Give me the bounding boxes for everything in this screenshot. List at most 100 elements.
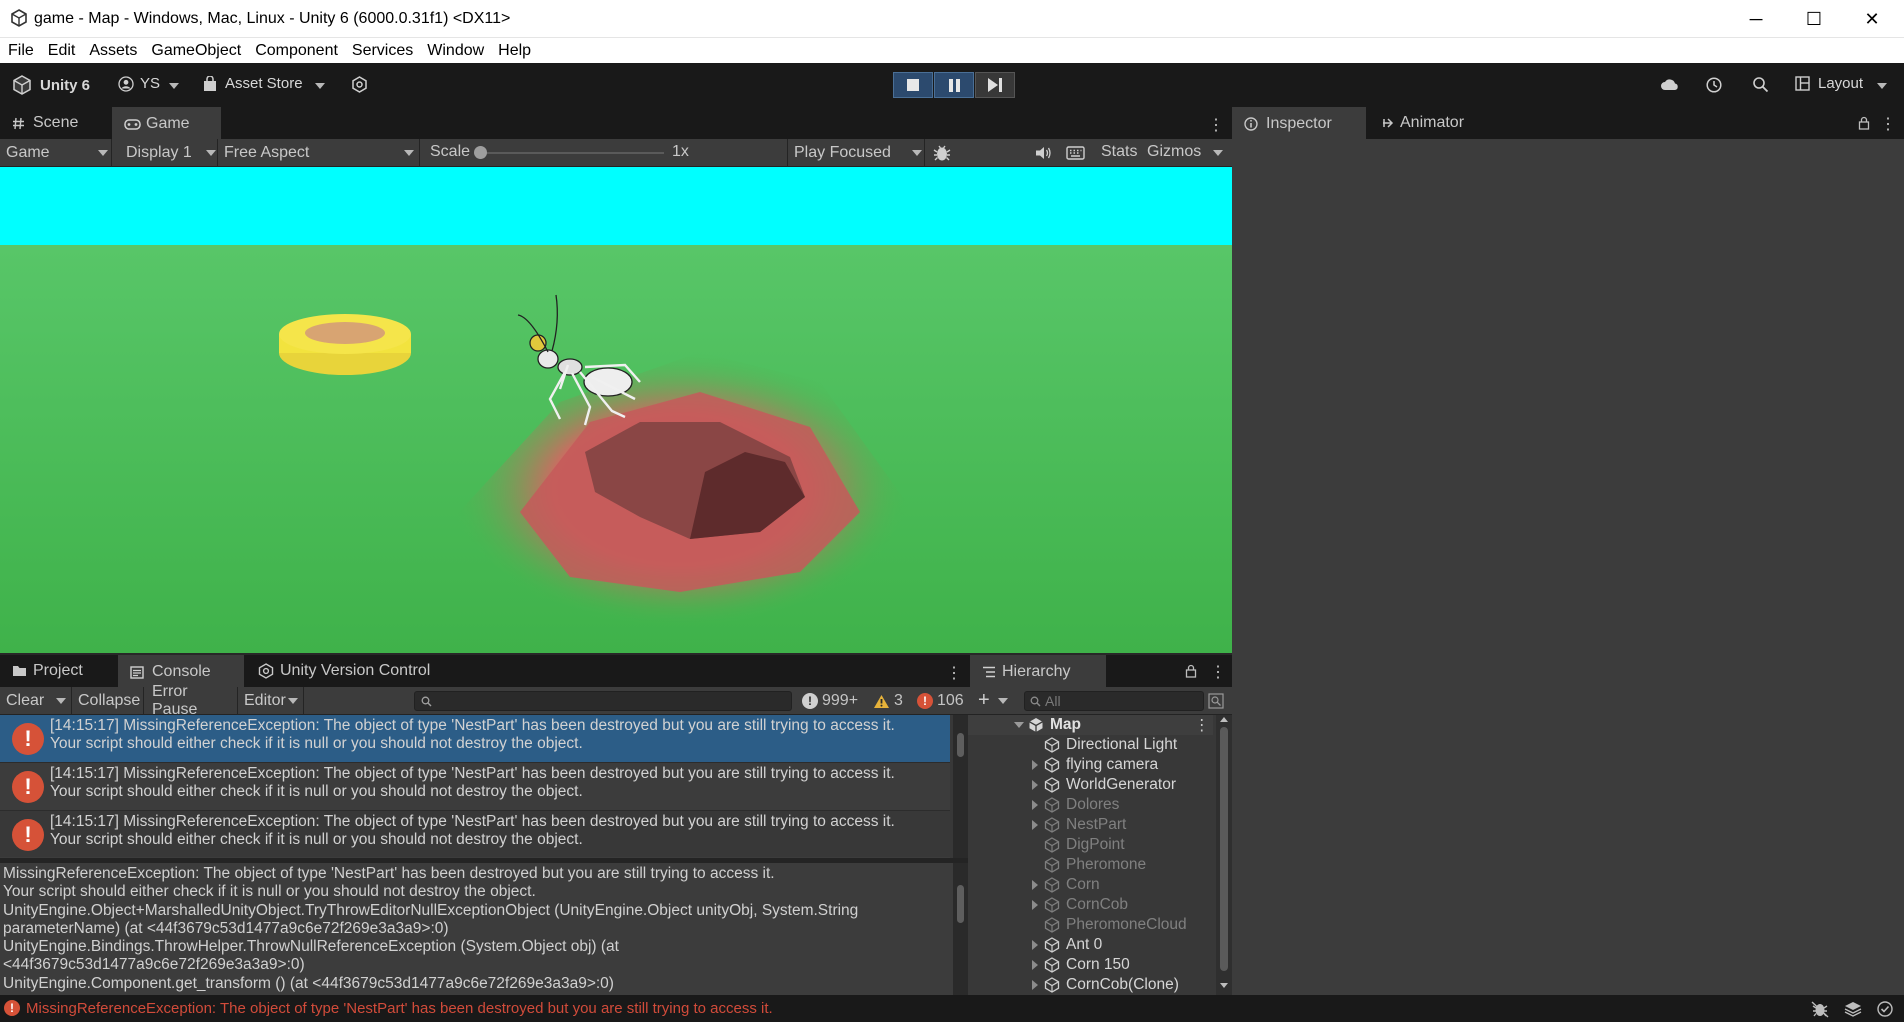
stats-button[interactable]: Stats bbox=[1101, 143, 1137, 161]
bug-off-icon[interactable] bbox=[1810, 1000, 1830, 1018]
menu-file[interactable]: File bbox=[8, 42, 34, 60]
scale-slider-handle[interactable] bbox=[474, 146, 487, 159]
error-count-toggle[interactable]: ! 106 bbox=[917, 692, 964, 710]
hierarchy-item[interactable]: Corn 150 bbox=[968, 955, 1213, 975]
tab-animator[interactable]: Animator bbox=[1370, 107, 1476, 139]
tab-unity-version-control[interactable]: Unity Version Control bbox=[246, 655, 442, 687]
hierarchy-item[interactable]: Directional Light bbox=[968, 735, 1213, 755]
console-menu-icon[interactable]: ⋮ bbox=[946, 663, 962, 683]
expand-right-icon[interactable] bbox=[1032, 780, 1038, 790]
hierarchy-item[interactable]: NestPart bbox=[968, 815, 1213, 835]
warning-count-toggle[interactable]: 3 bbox=[873, 692, 903, 710]
expand-right-icon[interactable] bbox=[1032, 760, 1038, 770]
menu-component[interactable]: Component bbox=[255, 42, 338, 60]
clear-button[interactable]: Clear bbox=[0, 687, 72, 715]
hierarchy-item[interactable]: PheromoneCloud bbox=[968, 915, 1213, 935]
search-button[interactable] bbox=[1752, 76, 1769, 93]
scrollbar-thumb[interactable] bbox=[957, 733, 964, 757]
debug-bug-button[interactable] bbox=[932, 144, 952, 166]
console-search-input[interactable] bbox=[414, 691, 792, 711]
console-row[interactable]: ! [14:15:17] MissingReferenceException: … bbox=[0, 811, 950, 858]
editor-dropdown[interactable]: Editor bbox=[238, 687, 304, 715]
root-menu-icon[interactable]: ⋮ bbox=[1194, 716, 1210, 735]
console-list-scrollbar[interactable] bbox=[953, 715, 968, 858]
expand-right-icon[interactable] bbox=[1032, 800, 1038, 810]
console-detail-scrollbar[interactable] bbox=[953, 863, 968, 995]
tab-scene[interactable]: Scene bbox=[0, 107, 90, 139]
hierarchy-item[interactable]: Corn bbox=[968, 875, 1213, 895]
scrollbar-thumb[interactable] bbox=[1220, 727, 1228, 971]
menu-edit[interactable]: Edit bbox=[48, 42, 76, 60]
play-mode-dropdown[interactable]: Play Focused bbox=[787, 139, 925, 167]
hierarchy-search-input[interactable]: All bbox=[1024, 691, 1204, 711]
hierarchy-item[interactable]: Ant 0 bbox=[968, 935, 1213, 955]
aspect-dropdown[interactable]: Free Aspect bbox=[218, 139, 420, 167]
console-row[interactable]: ! [14:15:17] MissingReferenceException: … bbox=[0, 763, 950, 811]
expand-right-icon[interactable] bbox=[1032, 940, 1038, 950]
log-count-toggle[interactable]: ! 999+ bbox=[802, 692, 858, 710]
check-circle-icon[interactable] bbox=[1876, 1000, 1894, 1018]
hierarchy-item[interactable]: Dolores bbox=[968, 795, 1213, 815]
minimize-button[interactable]: ─ bbox=[1727, 0, 1785, 38]
shortcuts-button[interactable] bbox=[1066, 146, 1085, 164]
stop-button[interactable] bbox=[893, 72, 933, 98]
layers-icon[interactable] bbox=[1843, 1000, 1863, 1018]
close-button[interactable]: ✕ bbox=[1843, 0, 1901, 38]
hierarchy-menu-icon[interactable]: ⋮ bbox=[1210, 662, 1226, 682]
menu-gameobject[interactable]: GameObject bbox=[151, 42, 241, 60]
collapse-button[interactable]: Collapse bbox=[72, 687, 144, 715]
expand-right-icon[interactable] bbox=[1032, 960, 1038, 970]
expand-right-icon[interactable] bbox=[1032, 880, 1038, 890]
inspector-menu-icon[interactable]: ⋮ bbox=[1880, 114, 1896, 134]
tab-game[interactable]: Game bbox=[112, 107, 221, 139]
hierarchy-item[interactable]: WorldGenerator bbox=[968, 775, 1213, 795]
display-dropdown[interactable]: Display 1 bbox=[120, 139, 218, 167]
game-view-dropdown[interactable]: Game bbox=[0, 139, 112, 167]
expand-right-icon[interactable] bbox=[1032, 980, 1038, 990]
history-button[interactable] bbox=[1705, 76, 1723, 94]
gizmos-button[interactable]: Gizmos bbox=[1147, 143, 1201, 161]
console-row[interactable]: ! [14:15:17] MissingReferenceException: … bbox=[0, 715, 950, 763]
tab-project[interactable]: Project bbox=[0, 655, 95, 687]
game-view[interactable] bbox=[0, 167, 1232, 653]
mute-audio-button[interactable] bbox=[1034, 145, 1052, 165]
scrollbar-thumb[interactable] bbox=[957, 885, 964, 923]
unity-account-button[interactable]: Unity 6 bbox=[12, 75, 90, 95]
menu-window[interactable]: Window bbox=[427, 42, 484, 60]
account-dropdown[interactable]: YS bbox=[118, 75, 179, 92]
expand-right-icon[interactable] bbox=[1032, 820, 1038, 830]
hierarchy-scrollbar[interactable] bbox=[1216, 715, 1232, 995]
pause-button[interactable] bbox=[934, 72, 974, 98]
add-icon[interactable]: + bbox=[978, 689, 990, 712]
error-pause-button[interactable]: Error Pause bbox=[146, 683, 238, 718]
hierarchy-item[interactable]: DigPoint bbox=[968, 835, 1213, 855]
hierarchy-item[interactable]: CornCob bbox=[968, 895, 1213, 915]
expand-down-icon[interactable] bbox=[1014, 722, 1024, 728]
status-message[interactable]: MissingReferenceException: The object of… bbox=[26, 1000, 773, 1017]
layout-dropdown[interactable]: Layout bbox=[1795, 75, 1887, 92]
menu-help[interactable]: Help bbox=[498, 42, 531, 60]
expand-right-icon[interactable] bbox=[1032, 900, 1038, 910]
scroll-down-icon[interactable] bbox=[1220, 983, 1228, 988]
asset-store-dropdown[interactable]: Asset Store bbox=[203, 75, 325, 92]
lock-icon[interactable] bbox=[1858, 116, 1870, 130]
tab-inspector[interactable]: Inspector bbox=[1232, 107, 1366, 139]
add-chevron-down-icon[interactable] bbox=[998, 698, 1008, 704]
step-button[interactable] bbox=[975, 72, 1015, 98]
menu-services[interactable]: Services bbox=[352, 42, 413, 60]
hierarchy-item[interactable]: flying camera bbox=[968, 755, 1213, 775]
lock-icon[interactable] bbox=[1185, 664, 1197, 678]
maximize-button[interactable]: ☐ bbox=[1785, 0, 1843, 38]
hierarchy-root-row[interactable]: Map ⋮ bbox=[968, 715, 1213, 735]
gizmos-chevron-down-icon[interactable] bbox=[1213, 150, 1223, 156]
scroll-up-icon[interactable] bbox=[1220, 717, 1228, 722]
menu-assets[interactable]: Assets bbox=[89, 42, 137, 60]
hierarchy-item[interactable]: Pheromone bbox=[968, 855, 1213, 875]
scene-search-icon[interactable] bbox=[1208, 693, 1224, 709]
hierarchy-item[interactable]: CornCob(Clone) bbox=[968, 975, 1213, 995]
panel-menu-icon[interactable]: ⋮ bbox=[1208, 115, 1224, 135]
cloud-button[interactable] bbox=[1660, 76, 1680, 92]
scale-slider-track[interactable] bbox=[476, 152, 664, 154]
tab-hierarchy[interactable]: Hierarchy bbox=[970, 655, 1106, 687]
cloud-services-button[interactable] bbox=[351, 76, 368, 93]
